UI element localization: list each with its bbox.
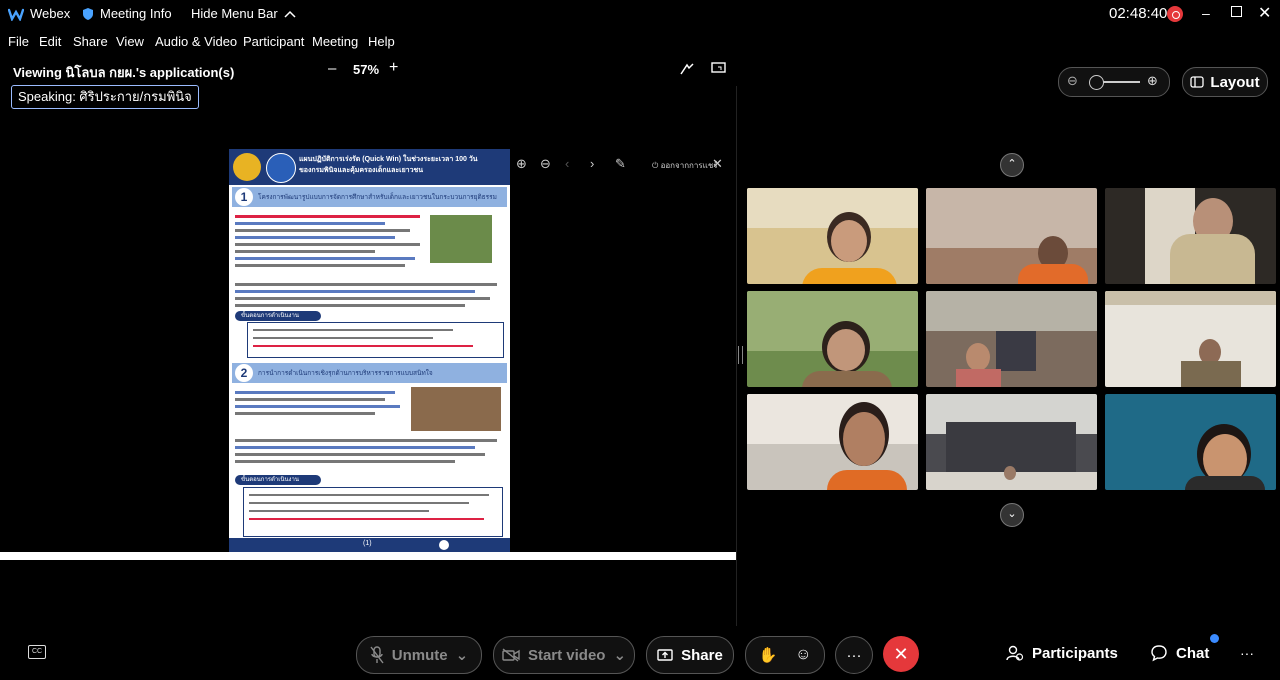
reactions-icon[interactable]: ☺	[795, 646, 811, 664]
seal-logo	[233, 153, 261, 181]
section1-photo	[430, 215, 492, 263]
chevron-up-icon	[284, 10, 296, 18]
shared-window-strip	[0, 552, 736, 560]
video-tile-9[interactable]	[1105, 394, 1276, 490]
participants-icon	[1006, 645, 1024, 661]
doc-prev-icon[interactable]: ‹	[565, 156, 569, 171]
webex-icon	[8, 8, 24, 21]
doc-zoom-out-icon[interactable]: ⊖	[540, 156, 551, 172]
chevron-down-icon: ⌄	[455, 647, 469, 664]
shield-icon	[83, 7, 93, 20]
scroll-down-button[interactable]: ⌄	[1000, 503, 1024, 527]
video-tile-5[interactable]	[926, 291, 1097, 387]
video-tile-3[interactable]	[1105, 188, 1276, 284]
department-logo	[266, 153, 296, 183]
closed-captions-icon[interactable]: CC	[28, 645, 46, 659]
menu-bar: File Edit Share View Audio & Video Parti…	[0, 30, 740, 52]
close-icon: ✕	[893, 643, 909, 664]
chat-bubble-icon	[1151, 645, 1167, 662]
section1-title: โครงการพัฒนารูปแบบการจัดการศึกษาสำหรับเด…	[258, 194, 497, 201]
doc-close-icon[interactable]: ✕	[712, 156, 723, 172]
slider-thumb[interactable]	[1089, 75, 1104, 90]
menu-meeting[interactable]: Meeting	[312, 34, 358, 49]
chat-unread-badge	[1210, 634, 1219, 643]
zoom-level: 57%	[353, 62, 380, 77]
menu-view[interactable]: View	[116, 34, 144, 49]
more-options-button[interactable]: ···	[835, 636, 873, 674]
chat-button[interactable]: Chat	[1150, 644, 1209, 662]
participants-button[interactable]: Participants	[1006, 644, 1118, 662]
speaking-indicator: Speaking: ศิริประกาย/กรมพินิจ	[11, 85, 199, 109]
video-tile-2[interactable]	[926, 188, 1097, 284]
hide-menu-bar-button[interactable]: Hide Menu Bar	[191, 6, 296, 21]
doc-title-line1: แผนปฏิบัติการเร่งรัด (Quick Win) ในช่วงร…	[299, 156, 478, 163]
zoom-out-icon: ⊖	[1067, 73, 1078, 88]
video-tile-6[interactable]	[1105, 291, 1276, 387]
section2-banner: 2 การนำการดำเนินการเชิงรุกด้านการบริหารร…	[232, 363, 507, 383]
section1-steps-tag: ขั้นตอนการดำเนินงาน	[235, 311, 321, 321]
section2-title: การนำการดำเนินการเชิงรุกด้านการบริหารราช…	[258, 370, 433, 377]
zoom-in-icon: ⊕	[1147, 73, 1158, 88]
doc-pen-icon[interactable]: ✎	[615, 156, 626, 172]
raise-hand-icon[interactable]: ✋	[758, 646, 777, 664]
webex-logo: Webex	[8, 6, 70, 21]
unmute-button[interactable]: Unmute ⌄	[356, 636, 482, 674]
menu-audio-video[interactable]: Audio & Video	[155, 34, 237, 49]
zoom-in-button[interactable]: +	[389, 59, 398, 77]
view-bar: Viewing นิโลบล กยผ.'s application(s) – 5…	[0, 56, 740, 84]
pop-out-icon[interactable]	[711, 61, 727, 75]
section2-steps-box	[243, 487, 503, 537]
video-tile-8[interactable]	[926, 394, 1097, 490]
power-icon: ⏻	[652, 161, 659, 170]
start-video-button[interactable]: Start video ⌄	[493, 636, 635, 674]
app-name: Webex	[30, 6, 71, 21]
meeting-info-button[interactable]: Meeting Info	[82, 6, 172, 21]
chevron-down-icon: ⌄	[613, 647, 627, 664]
video-tile-1[interactable]	[747, 188, 918, 284]
section1-steps-box	[247, 322, 504, 358]
close-button[interactable]: ✕	[1258, 3, 1271, 23]
restore-button[interactable]	[1231, 6, 1242, 17]
menu-participant[interactable]: Participant	[243, 34, 304, 49]
doc-header: แผนปฏิบัติการเร่งรัด (Quick Win) ในช่วงร…	[229, 149, 510, 185]
meeting-clock: 02:48:40	[1109, 5, 1168, 22]
annotate-icon[interactable]	[679, 62, 695, 76]
doc-zoom-in-icon[interactable]: ⊕	[516, 156, 527, 172]
record-icon[interactable]	[1167, 6, 1183, 22]
section1-banner: 1 โครงการพัฒนารูปแบบการจัดการศึกษาสำหรับ…	[232, 187, 507, 207]
section2-steps-tag: ขั้นตอนการดำเนินงาน	[235, 475, 321, 485]
menu-file[interactable]: File	[8, 34, 29, 49]
layout-button[interactable]: Layout	[1182, 67, 1268, 97]
doc-exit-share[interactable]: ⏻ ออกจากการแชร์	[652, 159, 718, 172]
doc-title-line2: ของกรมพินิจและคุ้มครองเด็กและเยาวชน	[299, 167, 424, 174]
volume-slider[interactable]: ⊖ ⊕	[1058, 67, 1170, 97]
page-number: (1)	[363, 540, 372, 547]
menu-help[interactable]: Help	[368, 34, 395, 49]
overflow-menu-button[interactable]: ···	[1240, 645, 1254, 661]
reactions-group: ✋ ☺	[745, 636, 825, 674]
minimize-button[interactable]: –	[1202, 5, 1210, 21]
microphone-muted-icon	[370, 646, 384, 664]
doc-footer: (1)	[229, 538, 510, 552]
video-tile-4[interactable]	[747, 291, 918, 387]
leave-meeting-button[interactable]: ✕	[883, 636, 919, 672]
camera-off-icon	[502, 648, 520, 662]
menu-share[interactable]: Share	[73, 34, 108, 49]
menu-edit[interactable]: Edit	[39, 34, 61, 49]
scroll-up-button[interactable]: ⌃	[1000, 153, 1024, 177]
shared-document: แผนปฏิบัติการเร่งรัด (Quick Win) ในช่วงร…	[229, 149, 510, 552]
video-tile-7[interactable]	[747, 394, 918, 490]
section1-text	[235, 211, 425, 271]
doc-next-icon[interactable]: ›	[590, 156, 594, 171]
section2-photo	[411, 387, 501, 431]
share-screen-icon	[657, 649, 673, 661]
share-button[interactable]: Share	[646, 636, 734, 674]
zoom-out-button[interactable]: –	[328, 60, 336, 77]
layout-icon	[1190, 76, 1205, 88]
panel-splitter[interactable]	[738, 346, 743, 364]
viewing-label: Viewing นิโลบล กยผ.'s application(s)	[13, 65, 235, 80]
title-bar: Webex Meeting Info Hide Menu Bar 02:48:4…	[0, 0, 1280, 28]
